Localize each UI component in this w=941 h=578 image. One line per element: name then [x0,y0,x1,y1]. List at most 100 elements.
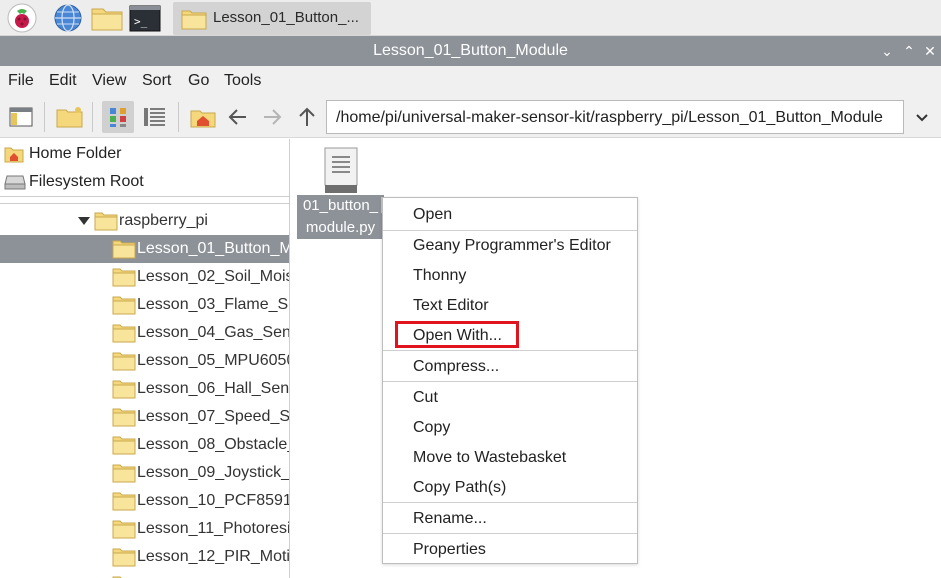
folder-icon [112,379,136,399]
menu-edit[interactable]: Edit [49,72,77,90]
tree-row-label: Lesson_05_MPU6050 [137,352,289,369]
toolbar-separator [92,102,93,132]
menu-go[interactable]: Go [188,72,209,90]
menu-item-thonny[interactable]: Thonny [383,261,637,289]
tree-row-label: Lesson_08_Obstacle_ [137,436,289,453]
drive-icon [4,174,26,195]
menu-item-label: Properties [413,541,486,558]
menu-item-compress[interactable]: Compress... [383,352,637,380]
menu-tools[interactable]: Tools [224,72,261,90]
menu-file[interactable]: File [8,72,34,90]
file-name-label[interactable]: 01_button_ module.py [297,195,384,239]
forward-arrow-icon[interactable] [256,101,288,133]
place-filesystem-root[interactable]: Filesystem Root [4,169,284,195]
back-arrow-icon[interactable] [222,101,254,133]
menu-item-copy-paths[interactable]: Copy Path(s) [383,473,637,501]
maximize-icon[interactable]: ⌃ [899,41,919,61]
menubar: File Edit View Sort Go Tools [0,66,941,96]
folder-icon [112,295,136,315]
expander-triangle-icon[interactable] [78,217,90,225]
new-window-button[interactable] [5,101,37,133]
tree-row-label: Lesson_11_Photoresi [137,520,289,537]
menu-item-label: Copy Path(s) [413,479,507,496]
place-home-folder[interactable]: Home Folder [4,141,284,167]
window-titlebar[interactable]: Lesson_01_Button_Module ⌄ ⌃ ✕ [0,36,941,66]
menu-item-text-editor[interactable]: Text Editor [383,291,637,319]
tree-row-label: Lesson_02_Soil_Mois [137,268,289,285]
toolbar-separator [44,102,45,132]
file-manager-icon[interactable] [91,3,123,33]
place-label: Home Folder [29,145,122,162]
tree-row[interactable]: Lesson_02_Soil_Mois [0,263,289,291]
list-view-button[interactable] [138,101,170,133]
tree-row-label: Lesson_01_Button_M [137,240,289,257]
tree-row[interactable]: Lesson_09_Joystick_I [0,459,289,487]
tree-row[interactable]: Lesson_03_Flame_Se [0,291,289,319]
menu-item-label: Geany Programmer's Editor [413,237,611,254]
folder-icon [112,491,136,511]
tree-row-label: Lesson_04_Gas_Sens [137,324,289,341]
menu-divider [383,533,637,534]
minimize-icon[interactable]: ⌄ [877,41,897,61]
tree-row-label: Lesson_06_Hall_Sens [137,380,289,397]
file-name-line: 01_button_ [302,197,379,214]
tree-row[interactable]: Lesson_12_PIR_Motic [0,543,289,571]
tree-row-label: raspberry_pi [119,212,208,229]
tree-row-label: Lesson_03_Flame_Se [137,296,289,313]
tree-row[interactable]: Lesson_01_Button_M [0,235,289,263]
taskbar: >_ Lesson_01_Button_... [0,0,941,36]
side-pane: Home Folder Filesystem Root raspberry_pi [0,139,290,578]
menu-view[interactable]: View [92,72,126,90]
folder-icon [112,407,136,427]
tree-row[interactable]: Lesson_05_MPU6050 [0,347,289,375]
web-browser-icon[interactable] [53,3,83,33]
menu-item-label: Compress... [413,358,500,375]
tree-row[interactable]: Lesson_04_Gas_Sens [0,319,289,347]
python-file-icon[interactable] [323,147,359,195]
menu-divider [383,502,637,503]
menu-item-copy[interactable]: Copy [383,413,637,441]
menu-item-label: Cut [413,389,438,406]
menu-item-move-to-wastebasket[interactable]: Move to Wastebasket [383,443,637,471]
up-arrow-icon[interactable] [291,101,323,133]
places-list: Home Folder Filesystem Root [0,139,289,197]
tree-row-label: Lesson_12_PIR_Motic [137,548,289,565]
tree-row-label: Lesson_07_Speed_Se [137,408,289,425]
folder-icon [181,8,207,35]
tree-row[interactable]: Lesson_06_Hall_Sens [0,375,289,403]
menu-sort[interactable]: Sort [142,72,171,90]
toolbar: /home/pi/universal-maker-sensor-kit/rasp… [0,96,941,138]
menu-item-label: Open [413,206,453,223]
menu-item-rename[interactable]: Rename... [383,504,637,532]
menu-divider [383,381,637,382]
menu-item-cut[interactable]: Cut [383,383,637,411]
raspberry-menu-icon[interactable] [7,3,37,33]
close-icon[interactable]: ✕ [920,41,940,61]
menu-item-properties[interactable]: Properties [383,535,637,563]
folder-icon [112,547,136,567]
tree-row[interactable]: Lesson_10_PCF8591_ [0,487,289,515]
tree-row-label: Lesson_09_Joystick_I [137,464,289,481]
taskbar-window-button[interactable]: Lesson_01_Button_... [173,2,371,35]
tree-row[interactable]: Lesson_08_Obstacle_ [0,431,289,459]
new-folder-button[interactable] [54,101,86,133]
home-folder-icon [4,145,24,168]
tree-row-raspberry-pi[interactable]: raspberry_pi [0,207,289,235]
path-input[interactable]: /home/pi/universal-maker-sensor-kit/rasp… [326,100,904,134]
highlight-box [395,321,519,348]
chevron-down-icon[interactable] [912,108,932,128]
folder-icon [112,463,136,483]
terminal-icon[interactable]: >_ [129,3,161,33]
tree-row[interactable]: Lesson_07_Speed_Se [0,403,289,431]
tree-row-partial[interactable] [0,571,289,578]
menu-item-geany[interactable]: Geany Programmer's Editor [383,231,637,259]
directory-tree: raspberry_pi Lesson_01_Button_M Lesson_0… [0,203,289,578]
home-button[interactable] [187,101,219,133]
tree-row-label: Lesson_10_PCF8591_ [137,492,289,509]
folder-icon [112,323,136,343]
menu-item-open[interactable]: Open [383,200,637,228]
tree-row[interactable]: Lesson_11_Photoresi [0,515,289,543]
menu-item-label: Move to Wastebasket [413,449,567,466]
icon-view-button[interactable] [102,101,134,133]
menu-item-label: Thonny [413,267,467,284]
